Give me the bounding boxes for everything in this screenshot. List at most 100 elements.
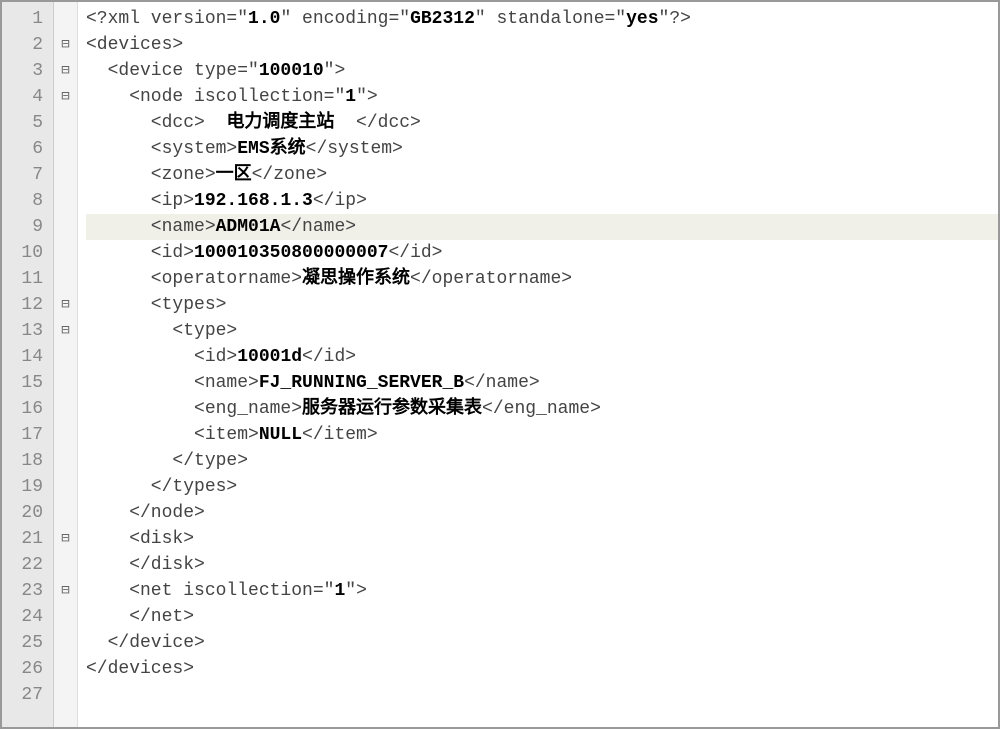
line-number: 11 — [6, 266, 43, 292]
code-text: <device type=" — [86, 61, 259, 81]
line-number: 18 — [6, 448, 43, 474]
code-text-bold: 服务器运行参数采集表 — [302, 399, 482, 419]
code-line[interactable]: <disk> — [86, 526, 998, 552]
code-text: <name> — [86, 373, 259, 393]
code-line[interactable]: </disk> — [86, 552, 998, 578]
code-text-bold: 电力调度主站 — [226, 113, 334, 133]
code-line[interactable]: <id>10001d</id> — [86, 344, 998, 370]
code-text: </system> — [306, 139, 403, 159]
line-number: 15 — [6, 370, 43, 396]
code-text: </item> — [302, 425, 378, 445]
code-text-bold: 192.168.1.3 — [194, 191, 313, 211]
code-text: </device> — [86, 633, 205, 653]
line-number: 21 — [6, 526, 43, 552]
line-number: 10 — [6, 240, 43, 266]
code-line[interactable]: <net iscollection="1"> — [86, 578, 998, 604]
code-line[interactable]: <dcc> 电力调度主站 </dcc> — [86, 110, 998, 136]
fold-marker[interactable]: ⊟ — [54, 84, 77, 110]
line-number: 5 — [6, 110, 43, 136]
fold-marker — [54, 110, 77, 136]
code-text: </name> — [464, 373, 540, 393]
line-number: 9 — [6, 214, 43, 240]
code-text: </dcc> — [334, 113, 420, 133]
code-line[interactable]: </node> — [86, 500, 998, 526]
code-text-bold: 一区 — [216, 165, 252, 185]
code-text: <net iscollection=" — [86, 581, 334, 601]
fold-marker — [54, 344, 77, 370]
code-line[interactable]: <types> — [86, 292, 998, 318]
code-line[interactable]: <item>NULL</item> — [86, 422, 998, 448]
fold-marker — [54, 474, 77, 500]
code-text-bold: 10001d — [237, 347, 302, 367]
fold-marker[interactable]: ⊟ — [54, 58, 77, 84]
code-text: </net> — [86, 607, 194, 627]
fold-marker[interactable]: ⊟ — [54, 578, 77, 604]
fold-marker[interactable]: ⊟ — [54, 318, 77, 344]
code-text: <?xml version=" — [86, 9, 248, 29]
code-text: <name> — [86, 217, 216, 237]
code-line[interactable]: <zone>一区</zone> — [86, 162, 998, 188]
code-text: </eng_name> — [482, 399, 601, 419]
code-line[interactable]: </type> — [86, 448, 998, 474]
line-number: 2 — [6, 32, 43, 58]
fold-marker — [54, 500, 77, 526]
fold-marker — [54, 630, 77, 656]
code-line[interactable]: <device type="100010"> — [86, 58, 998, 84]
line-number: 8 — [6, 188, 43, 214]
code-line[interactable]: <name>ADM01A</name> — [86, 214, 998, 240]
code-line[interactable]: </devices> — [86, 656, 998, 682]
code-line[interactable]: <devices> — [86, 32, 998, 58]
fold-marker — [54, 214, 77, 240]
fold-column[interactable]: ⊟⊟⊟⊟⊟⊟⊟ — [54, 2, 78, 727]
fold-marker[interactable]: ⊟ — [54, 292, 77, 318]
line-number-gutter: 1234567891011121314151617181920212223242… — [2, 2, 54, 727]
fold-marker — [54, 162, 77, 188]
code-text: " standalone=" — [475, 9, 626, 29]
line-number: 14 — [6, 344, 43, 370]
code-line[interactable]: <operatorname>凝思操作系统</operatorname> — [86, 266, 998, 292]
code-line[interactable]: <id>100010350800000007</id> — [86, 240, 998, 266]
code-text: </disk> — [86, 555, 205, 575]
fold-marker — [54, 136, 77, 162]
code-line[interactable]: <ip>192.168.1.3</ip> — [86, 188, 998, 214]
code-text: <devices> — [86, 35, 183, 55]
code-area[interactable]: <?xml version="1.0" encoding="GB2312" st… — [78, 2, 998, 727]
line-number: 22 — [6, 552, 43, 578]
code-text: </zone> — [252, 165, 328, 185]
code-text: </operatorname> — [410, 269, 572, 289]
fold-marker — [54, 448, 77, 474]
line-number: 3 — [6, 58, 43, 84]
code-line[interactable]: </net> — [86, 604, 998, 630]
fold-marker[interactable]: ⊟ — [54, 526, 77, 552]
code-text-bold: 1 — [345, 87, 356, 107]
code-text: <node iscollection=" — [86, 87, 345, 107]
code-text-bold: 100010 — [259, 61, 324, 81]
line-number: 27 — [6, 682, 43, 708]
fold-marker — [54, 552, 77, 578]
code-text: </name> — [280, 217, 356, 237]
code-text: <type> — [86, 321, 237, 341]
code-text: <disk> — [86, 529, 194, 549]
code-line[interactable]: <eng_name>服务器运行参数采集表</eng_name> — [86, 396, 998, 422]
code-line[interactable] — [86, 682, 998, 708]
line-number: 6 — [6, 136, 43, 162]
code-text: <id> — [86, 347, 237, 367]
code-text: " encoding=" — [280, 9, 410, 29]
code-text-bold: yes — [626, 9, 658, 29]
code-text-bold: EMS系统 — [237, 139, 305, 159]
code-line[interactable]: <system>EMS系统</system> — [86, 136, 998, 162]
code-editor[interactable]: 1234567891011121314151617181920212223242… — [0, 0, 1000, 729]
code-line[interactable]: <?xml version="1.0" encoding="GB2312" st… — [86, 6, 998, 32]
code-text: <system> — [86, 139, 237, 159]
code-text-bold: 凝思操作系统 — [302, 269, 410, 289]
code-line[interactable]: <node iscollection="1"> — [86, 84, 998, 110]
code-line[interactable]: <name>FJ_RUNNING_SERVER_B</name> — [86, 370, 998, 396]
code-line[interactable]: <type> — [86, 318, 998, 344]
code-text: </id> — [302, 347, 356, 367]
fold-marker[interactable]: ⊟ — [54, 32, 77, 58]
fold-marker — [54, 396, 77, 422]
code-line[interactable]: </device> — [86, 630, 998, 656]
code-text-bold: NULL — [259, 425, 302, 445]
code-line[interactable]: </types> — [86, 474, 998, 500]
code-text: <zone> — [86, 165, 216, 185]
